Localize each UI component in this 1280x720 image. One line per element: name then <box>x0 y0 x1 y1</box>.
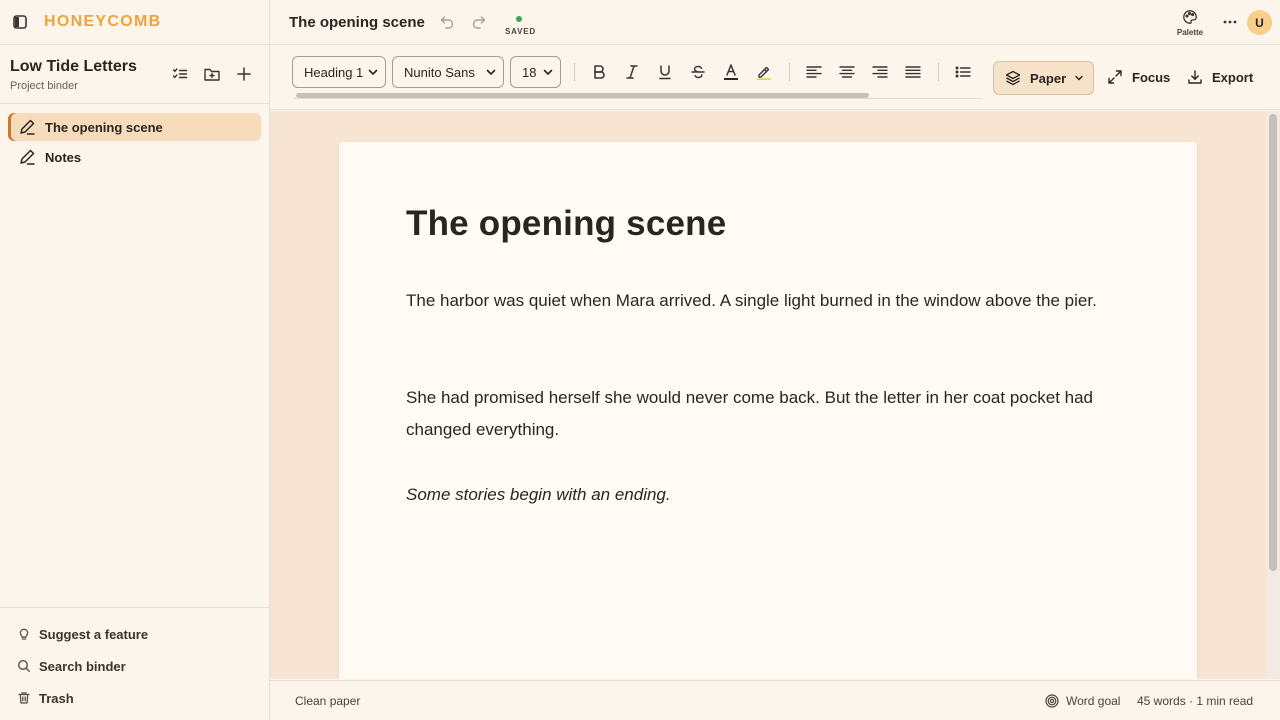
align-left-icon[interactable] <box>805 63 823 81</box>
document-page[interactable]: The opening scene The harbor was quiet w… <box>339 142 1197 679</box>
align-right-icon[interactable] <box>871 63 889 81</box>
bold-icon[interactable] <box>590 63 608 81</box>
sidebar-toggle-icon[interactable] <box>12 14 28 30</box>
focus-button[interactable]: Focus <box>1107 69 1170 85</box>
toolbar-divider <box>789 63 790 81</box>
italic-icon[interactable] <box>623 63 641 81</box>
project-subtitle: Project binder <box>10 80 78 92</box>
search-binder-label: Search binder <box>39 658 126 674</box>
word-goal-label: Word goal <box>1066 694 1121 708</box>
editor-scrollbar-thumb[interactable] <box>1269 114 1277 571</box>
focus-label: Focus <box>1132 69 1171 85</box>
editor-canvas: The opening scene The harbor was quiet w… <box>270 111 1266 679</box>
editor-scrollbar[interactable] <box>1266 111 1280 679</box>
saved-status: SAVED <box>505 16 536 36</box>
undo-icon[interactable] <box>439 14 455 30</box>
avatar[interactable]: U <box>1247 10 1272 35</box>
palette-label: Palette <box>1176 28 1204 37</box>
status-bar: Clean paper Word goal 45 words · 1 min r… <box>270 680 1280 720</box>
new-folder-icon[interactable] <box>203 65 221 83</box>
lightbulb-icon <box>17 627 31 641</box>
topbar: The opening scene SAVED Palette U <box>270 0 1280 45</box>
binder-item-label: Notes <box>45 149 82 165</box>
download-icon <box>1187 69 1203 85</box>
trash-label: Trash <box>39 690 74 706</box>
strikethrough-icon[interactable] <box>689 63 707 81</box>
project-header: Low Tide Letters Project binder <box>0 45 269 104</box>
export-button[interactable]: Export <box>1187 69 1253 85</box>
paper-style-button[interactable]: Paper <box>993 61 1094 95</box>
trash-button[interactable]: Trash <box>0 682 269 714</box>
chevron-down-icon <box>486 67 496 77</box>
checklist-icon[interactable] <box>171 65 189 83</box>
target-icon <box>1045 694 1059 708</box>
underline-icon[interactable] <box>656 63 674 81</box>
toolbar-scrollbar[interactable] <box>296 93 869 98</box>
highlight-icon[interactable] <box>755 63 773 81</box>
saved-dot-icon <box>516 16 522 22</box>
font-size-value: 18 <box>522 64 537 80</box>
document-paragraph[interactable]: Some stories begin with an ending. <box>406 479 1126 511</box>
word-goal-button[interactable]: Word goal <box>1045 694 1120 708</box>
project-title: Low Tide Letters <box>10 58 137 75</box>
layers-icon <box>1005 70 1021 86</box>
saved-label: SAVED <box>505 27 536 36</box>
sidebar: HONEYCOMB Low Tide Letters Project binde… <box>0 0 270 720</box>
suggest-feature-label: Suggest a feature <box>39 626 149 642</box>
toolbar-divider <box>574 63 575 81</box>
expand-icon <box>1107 69 1123 85</box>
document-title: The opening scene <box>289 14 425 31</box>
binder-item-the-opening-scene[interactable]: The opening scene <box>8 113 261 141</box>
block-style-value: Heading 1 <box>304 64 364 80</box>
document-heading[interactable]: The opening scene <box>406 204 726 244</box>
trash-icon <box>17 691 31 705</box>
search-icon <box>17 659 31 673</box>
document-paragraph[interactable]: She had promised herself she would never… <box>406 382 1126 446</box>
font-size-select[interactable]: 18 <box>510 56 561 88</box>
pencil-icon <box>18 148 36 166</box>
binder-item-label: The opening scene <box>45 119 163 135</box>
chevron-down-icon <box>368 67 378 77</box>
text-color-icon[interactable] <box>722 63 740 81</box>
binder-item-notes[interactable]: Notes <box>8 143 261 171</box>
document-paragraph[interactable]: The harbor was quiet when Mara arrived. … <box>406 285 1126 317</box>
brand-logo: HONEYCOMB <box>44 13 162 30</box>
palette-icon <box>1182 9 1198 25</box>
block-style-select[interactable]: Heading 1 <box>292 56 386 88</box>
align-justify-icon[interactable] <box>904 63 922 81</box>
binder-list: The opening scene Notes <box>0 104 269 171</box>
chevron-down-icon <box>543 67 553 77</box>
bullet-list-icon[interactable] <box>954 63 972 81</box>
toolbar-divider <box>938 63 939 81</box>
paper-style-status: Clean paper <box>295 694 361 708</box>
sidebar-footer: Suggest a feature Search binder Trash <box>0 607 269 720</box>
font-family-select[interactable]: Nunito Sans <box>392 56 504 88</box>
align-center-icon[interactable] <box>838 63 856 81</box>
redo-icon[interactable] <box>471 14 487 30</box>
pencil-icon <box>18 118 36 136</box>
chevron-down-icon <box>1074 73 1084 83</box>
palette-button[interactable]: Palette <box>1170 9 1210 37</box>
font-family-value: Nunito Sans <box>404 64 475 80</box>
paper-style-label: Paper <box>1030 70 1067 86</box>
formatting-toolbar: Heading 1 Nunito Sans 18 Paper Focus Exp… <box>270 46 1280 110</box>
suggest-feature-button[interactable]: Suggest a feature <box>0 618 269 650</box>
more-options-icon[interactable] <box>1222 14 1238 30</box>
export-label: Export <box>1212 69 1254 85</box>
add-document-icon[interactable] <box>235 65 253 83</box>
sidebar-header: HONEYCOMB <box>0 0 269 45</box>
search-binder-button[interactable]: Search binder <box>0 650 269 682</box>
word-count: 45 words · 1 min read <box>1137 694 1254 708</box>
